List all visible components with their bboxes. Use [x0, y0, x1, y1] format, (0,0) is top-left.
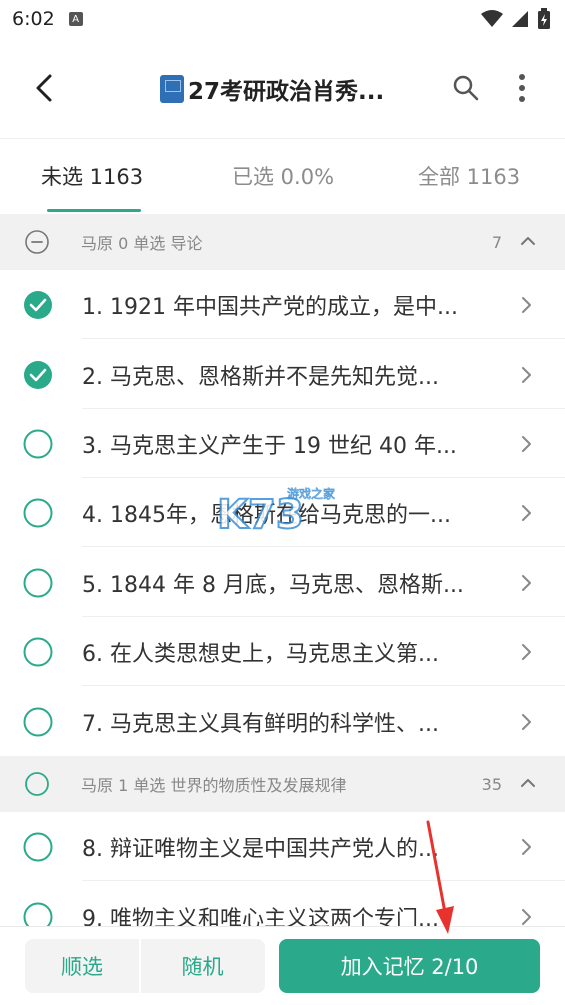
battery-icon: [538, 8, 550, 29]
red-arrow-annotation: [426, 820, 454, 934]
tab-bar: 未选 1163 已选 0.0% 全部 1163: [0, 140, 565, 214]
row-divider: [82, 338, 565, 339]
chevron-right-icon[interactable]: [517, 835, 535, 859]
group-title: 马原 1 单选 世界的物质性及发展规律: [81, 776, 347, 795]
group-header[interactable]: 马原 1 单选 世界的物质性及发展规律 35: [0, 756, 565, 812]
list-item[interactable]: 3. 马克思主义产生于 19 世纪 40 年...: [0, 409, 565, 478]
partial-select-icon[interactable]: [25, 230, 49, 254]
list-item[interactable]: 5. 1844 年 8 月底，马克思、恩格斯...: [0, 548, 565, 617]
group-header[interactable]: 马原 0 单选 导论 7: [0, 214, 565, 270]
signal-icon: [512, 11, 528, 27]
chevron-right-icon[interactable]: [517, 363, 535, 387]
notification-icon: A: [68, 12, 83, 26]
unchecked-circle-icon[interactable]: [23, 832, 53, 862]
unchecked-circle-icon[interactable]: [23, 429, 53, 459]
svg-text:游戏之家: 游戏之家: [287, 486, 335, 501]
selection-mode-segment: 顺选 随机: [25, 939, 265, 993]
chevron-right-icon[interactable]: [517, 501, 535, 525]
random-select-button[interactable]: 随机: [140, 939, 265, 993]
k73-watermark-logo: K73 游戏之家: [216, 486, 335, 539]
chevron-up-icon[interactable]: [519, 232, 537, 250]
app-bar: 27考研政治肖秀...: [0, 50, 565, 126]
question-text: 3. 马克思主义产生于 19 世纪 40 年...: [82, 434, 457, 459]
checked-circle-icon[interactable]: [23, 360, 53, 390]
active-tab-indicator: [47, 209, 141, 212]
row-divider: [82, 685, 565, 686]
group-count: 35: [481, 774, 502, 794]
chevron-up-icon[interactable]: [519, 774, 537, 792]
header-divider: [0, 138, 565, 139]
add-to-memory-button[interactable]: 加入记忆 2/10: [279, 939, 540, 993]
sequential-select-button[interactable]: 顺选: [25, 939, 139, 993]
list-item[interactable]: 6. 在人类思想史上，马克思主义第...: [0, 617, 565, 686]
unchecked-circle-icon[interactable]: [23, 568, 53, 598]
question-text: 2. 马克思、恩格斯并不是先知先觉...: [82, 365, 439, 390]
group-count: 7: [491, 232, 502, 252]
chevron-right-icon[interactable]: [517, 710, 535, 734]
chevron-right-icon[interactable]: [517, 640, 535, 664]
wifi-icon: [481, 10, 503, 27]
tab-all[interactable]: 全部 1163: [418, 140, 520, 212]
unchecked-circle-icon[interactable]: [23, 707, 53, 737]
chevron-right-icon[interactable]: [517, 432, 535, 456]
question-text: 7. 马克思主义具有鲜明的科学性、...: [82, 712, 439, 737]
list-item[interactable]: 2. 马克思、恩格斯并不是先知先觉...: [0, 340, 565, 409]
list-item[interactable]: 1. 1921 年中国共产党的成立，是中...: [0, 270, 565, 339]
group-title: 马原 0 单选 导论: [81, 234, 203, 253]
unchecked-circle-icon[interactable]: [25, 772, 49, 796]
list-item[interactable]: 7. 马克思主义具有鲜明的科学性、...: [0, 687, 565, 756]
tab-unselected[interactable]: 未选 1163: [41, 140, 143, 212]
status-bar: 6:02 A: [0, 0, 565, 38]
more-options-icon[interactable]: [510, 70, 534, 106]
tab-selected[interactable]: 已选 0.0%: [232, 140, 334, 212]
page-title-text: 27考研政治肖秀...: [188, 79, 385, 105]
search-icon[interactable]: [452, 74, 480, 102]
question-text: 1. 1921 年中国共产党的成立，是中...: [82, 295, 458, 320]
unchecked-circle-icon[interactable]: [23, 637, 53, 667]
page-title: 27考研政治肖秀...: [160, 72, 410, 106]
bottom-action-bar: 顺选 随机 加入记忆 2/10: [0, 926, 565, 1005]
chevron-right-icon[interactable]: [517, 571, 535, 595]
blue-book-icon: [160, 75, 184, 103]
unchecked-circle-icon[interactable]: [23, 498, 53, 528]
row-divider: [82, 880, 565, 881]
checked-circle-icon[interactable]: [23, 290, 53, 320]
question-text: 6. 在人类思想史上，马克思主义第...: [82, 642, 439, 667]
back-arrow-icon[interactable]: [26, 68, 62, 108]
question-text: 5. 1844 年 8 月底，马克思、恩格斯...: [82, 573, 464, 598]
row-divider: [82, 546, 565, 547]
chevron-right-icon[interactable]: [517, 293, 535, 317]
status-time: 6:02: [12, 8, 55, 30]
list-item[interactable]: 8. 辩证唯物主义是中国共产党人的...: [0, 812, 565, 881]
